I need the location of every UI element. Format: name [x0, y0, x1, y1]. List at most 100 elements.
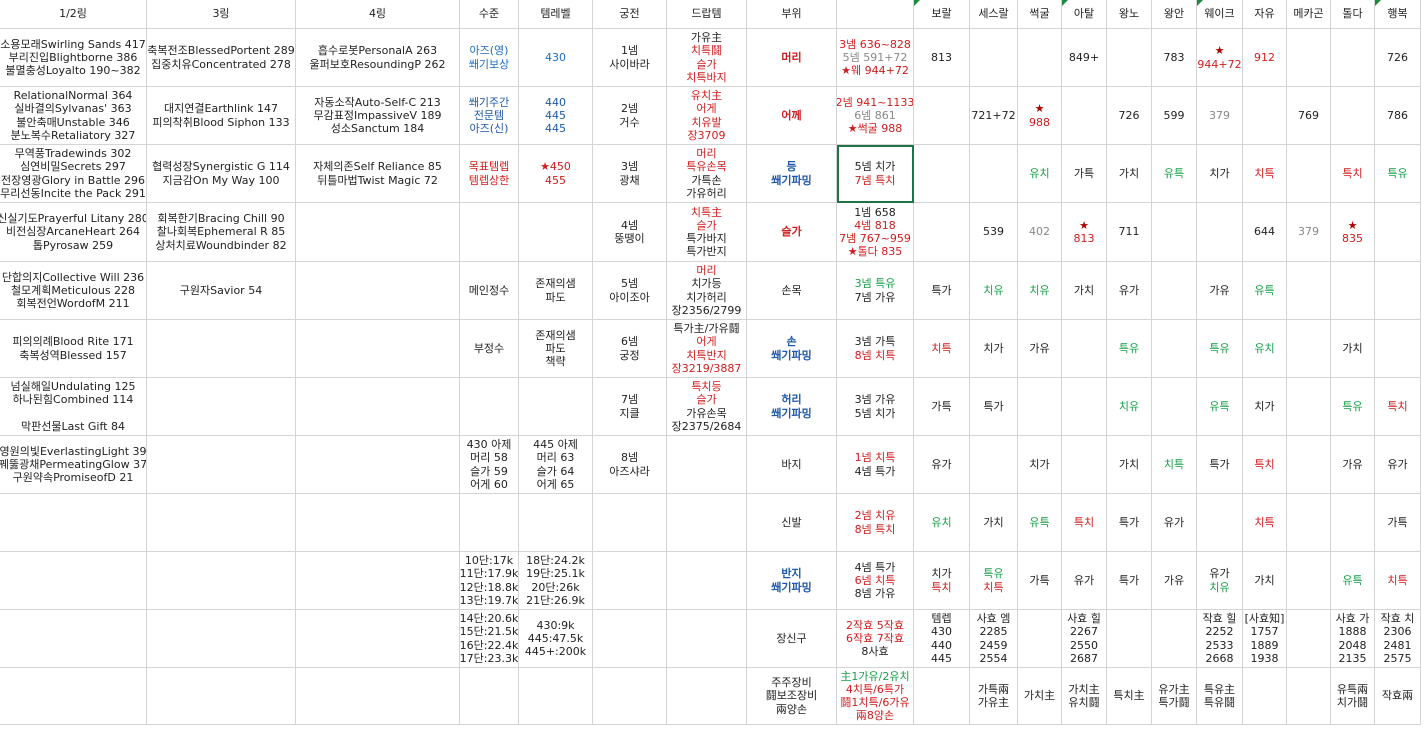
- table-cell[interactable]: 711: [1107, 203, 1152, 262]
- table-cell[interactable]: [1287, 610, 1331, 668]
- table-cell[interactable]: 1넴 사이바라: [593, 29, 667, 87]
- header-cell[interactable]: [837, 0, 914, 29]
- table-cell[interactable]: [1018, 29, 1062, 87]
- table-cell[interactable]: 3넴 636~828 5넴 591+72 ★웨 944+72: [837, 29, 914, 87]
- table-cell[interactable]: 피의의례Blood Rite 171 축복성역Blessed 157: [0, 320, 147, 378]
- table-cell[interactable]: [296, 552, 460, 610]
- table-cell[interactable]: 14단:20.6k 15단:21.5k 16단:22.4k 17단:23.3k: [460, 610, 519, 668]
- table-cell[interactable]: 치유: [1107, 378, 1152, 436]
- table-cell[interactable]: 목표템렙 템렙상한: [460, 145, 519, 203]
- table-cell[interactable]: 가특: [1375, 494, 1421, 552]
- table-cell[interactable]: [460, 203, 519, 262]
- table-cell[interactable]: 특치등 슬가 가유손목 장2375/2684: [667, 378, 747, 436]
- table-cell[interactable]: 회복한기Bracing Chill 90 찰나회복Ephemeral R 85 상처…: [147, 203, 296, 262]
- table-cell[interactable]: [147, 494, 296, 552]
- table-cell[interactable]: [970, 436, 1018, 494]
- table-cell[interactable]: 치가 특치: [914, 552, 970, 610]
- table-cell[interactable]: [914, 87, 970, 145]
- table-cell[interactable]: 769: [1287, 87, 1331, 145]
- table-cell[interactable]: 8넴 아즈샤라: [593, 436, 667, 494]
- table-cell[interactable]: [519, 494, 593, 552]
- table-cell[interactable]: [460, 494, 519, 552]
- table-cell[interactable]: 가유: [1152, 552, 1197, 610]
- table-cell[interactable]: [1331, 262, 1375, 320]
- table-cell[interactable]: 1넴 치특 4넴 특가: [837, 436, 914, 494]
- table-cell[interactable]: [1152, 378, 1197, 436]
- header-cell[interactable]: 부위: [747, 0, 837, 29]
- table-cell[interactable]: [147, 320, 296, 378]
- table-cell[interactable]: [296, 320, 460, 378]
- table-cell[interactable]: 사효 가 1888 2048 2135: [1331, 610, 1375, 668]
- table-cell[interactable]: 가치: [1107, 436, 1152, 494]
- table-cell[interactable]: 5넴 아이조아: [593, 262, 667, 320]
- table-cell[interactable]: 사효 힐 2267 2550 2687: [1062, 610, 1107, 668]
- table-cell[interactable]: 7넴 지클: [593, 378, 667, 436]
- table-cell[interactable]: 912: [1243, 29, 1287, 87]
- table-cell[interactable]: 440 445 445: [519, 87, 593, 145]
- table-cell[interactable]: 신발: [747, 494, 837, 552]
- table-cell[interactable]: ★ 988: [1018, 87, 1062, 145]
- table-cell[interactable]: 등 쐐기파밍: [747, 145, 837, 203]
- table-cell[interactable]: 부정수: [460, 320, 519, 378]
- header-cell[interactable]: 수준: [460, 0, 519, 29]
- header-cell[interactable]: 왕안: [1152, 0, 1197, 29]
- table-cell[interactable]: 슬가: [747, 203, 837, 262]
- table-cell[interactable]: 특가: [914, 262, 970, 320]
- table-cell[interactable]: [1287, 145, 1331, 203]
- table-cell[interactable]: 가특: [1018, 552, 1062, 610]
- table-cell[interactable]: 3넴 가유 5넴 치가: [837, 378, 914, 436]
- table-cell[interactable]: [296, 436, 460, 494]
- table-cell[interactable]: [1197, 494, 1243, 552]
- table-cell[interactable]: [1287, 320, 1331, 378]
- header-cell[interactable]: 왕노: [1107, 0, 1152, 29]
- table-cell[interactable]: [1331, 87, 1375, 145]
- table-cell[interactable]: 머리 특유손목 가특손 가유허리: [667, 145, 747, 203]
- table-cell[interactable]: 존재의샘 파도 책략: [519, 320, 593, 378]
- header-cell[interactable]: 자유: [1243, 0, 1287, 29]
- table-cell[interactable]: [970, 145, 1018, 203]
- table-cell[interactable]: 바지: [747, 436, 837, 494]
- table-cell[interactable]: 특치: [1331, 145, 1375, 203]
- header-cell[interactable]: 3링: [147, 0, 296, 29]
- table-cell[interactable]: 특가: [1107, 552, 1152, 610]
- table-cell[interactable]: 430: [519, 29, 593, 87]
- table-cell[interactable]: [147, 436, 296, 494]
- table-cell[interactable]: 템렙 430 440 445: [914, 610, 970, 668]
- table-cell[interactable]: 430 아제 머리 58 슬가 59 어게 60: [460, 436, 519, 494]
- table-cell[interactable]: [1331, 494, 1375, 552]
- table-cell[interactable]: 3넴 광채: [593, 145, 667, 203]
- table-cell[interactable]: 2넴 941~1133 6넴 861 ★썩굴 988: [837, 87, 914, 145]
- selected-cell[interactable]: 5넴 치가 7넴 특치: [837, 145, 914, 203]
- table-cell[interactable]: 특유: [1375, 145, 1421, 203]
- header-cell[interactable]: 4링: [296, 0, 460, 29]
- table-cell[interactable]: 치특主 슬가 특가바지 특가반지: [667, 203, 747, 262]
- table-cell[interactable]: 유치主 어게 치유발 장3709: [667, 87, 747, 145]
- table-cell[interactable]: 644: [1243, 203, 1287, 262]
- table-cell[interactable]: 구원자Savior 54: [147, 262, 296, 320]
- header-cell[interactable]: 템레벨: [519, 0, 593, 29]
- table-cell[interactable]: 장신구: [747, 610, 837, 668]
- table-cell[interactable]: 쐐기주간 전문템 아즈(신): [460, 87, 519, 145]
- table-cell[interactable]: 786: [1375, 87, 1421, 145]
- table-cell[interactable]: 대지연결Earthlink 147 피의착취Blood Siphon 133: [147, 87, 296, 145]
- table-cell[interactable]: 유특兩 치가鬪: [1331, 668, 1375, 725]
- header-cell[interactable]: 썩굴: [1018, 0, 1062, 29]
- table-cell[interactable]: 특치: [1243, 436, 1287, 494]
- table-cell[interactable]: [296, 203, 460, 262]
- table-cell[interactable]: 유치: [1243, 320, 1287, 378]
- table-cell[interactable]: 3넴 가특 8넴 치특: [837, 320, 914, 378]
- table-cell[interactable]: 치특: [1375, 552, 1421, 610]
- table-cell[interactable]: 유치: [1018, 145, 1062, 203]
- table-cell[interactable]: [1107, 610, 1152, 668]
- table-cell[interactable]: 치가: [1197, 145, 1243, 203]
- table-cell[interactable]: 유가: [914, 436, 970, 494]
- table-cell[interactable]: [1287, 378, 1331, 436]
- table-cell[interactable]: 가치: [1243, 552, 1287, 610]
- table-cell[interactable]: 유특: [1018, 494, 1062, 552]
- table-cell[interactable]: [296, 668, 460, 725]
- table-cell[interactable]: 유가: [1107, 262, 1152, 320]
- table-cell[interactable]: 유가: [1375, 436, 1421, 494]
- header-cell[interactable]: 세스랄: [970, 0, 1018, 29]
- table-cell[interactable]: 402: [1018, 203, 1062, 262]
- table-cell[interactable]: 협력성장Synergistic G 114 지금감On My Way 100: [147, 145, 296, 203]
